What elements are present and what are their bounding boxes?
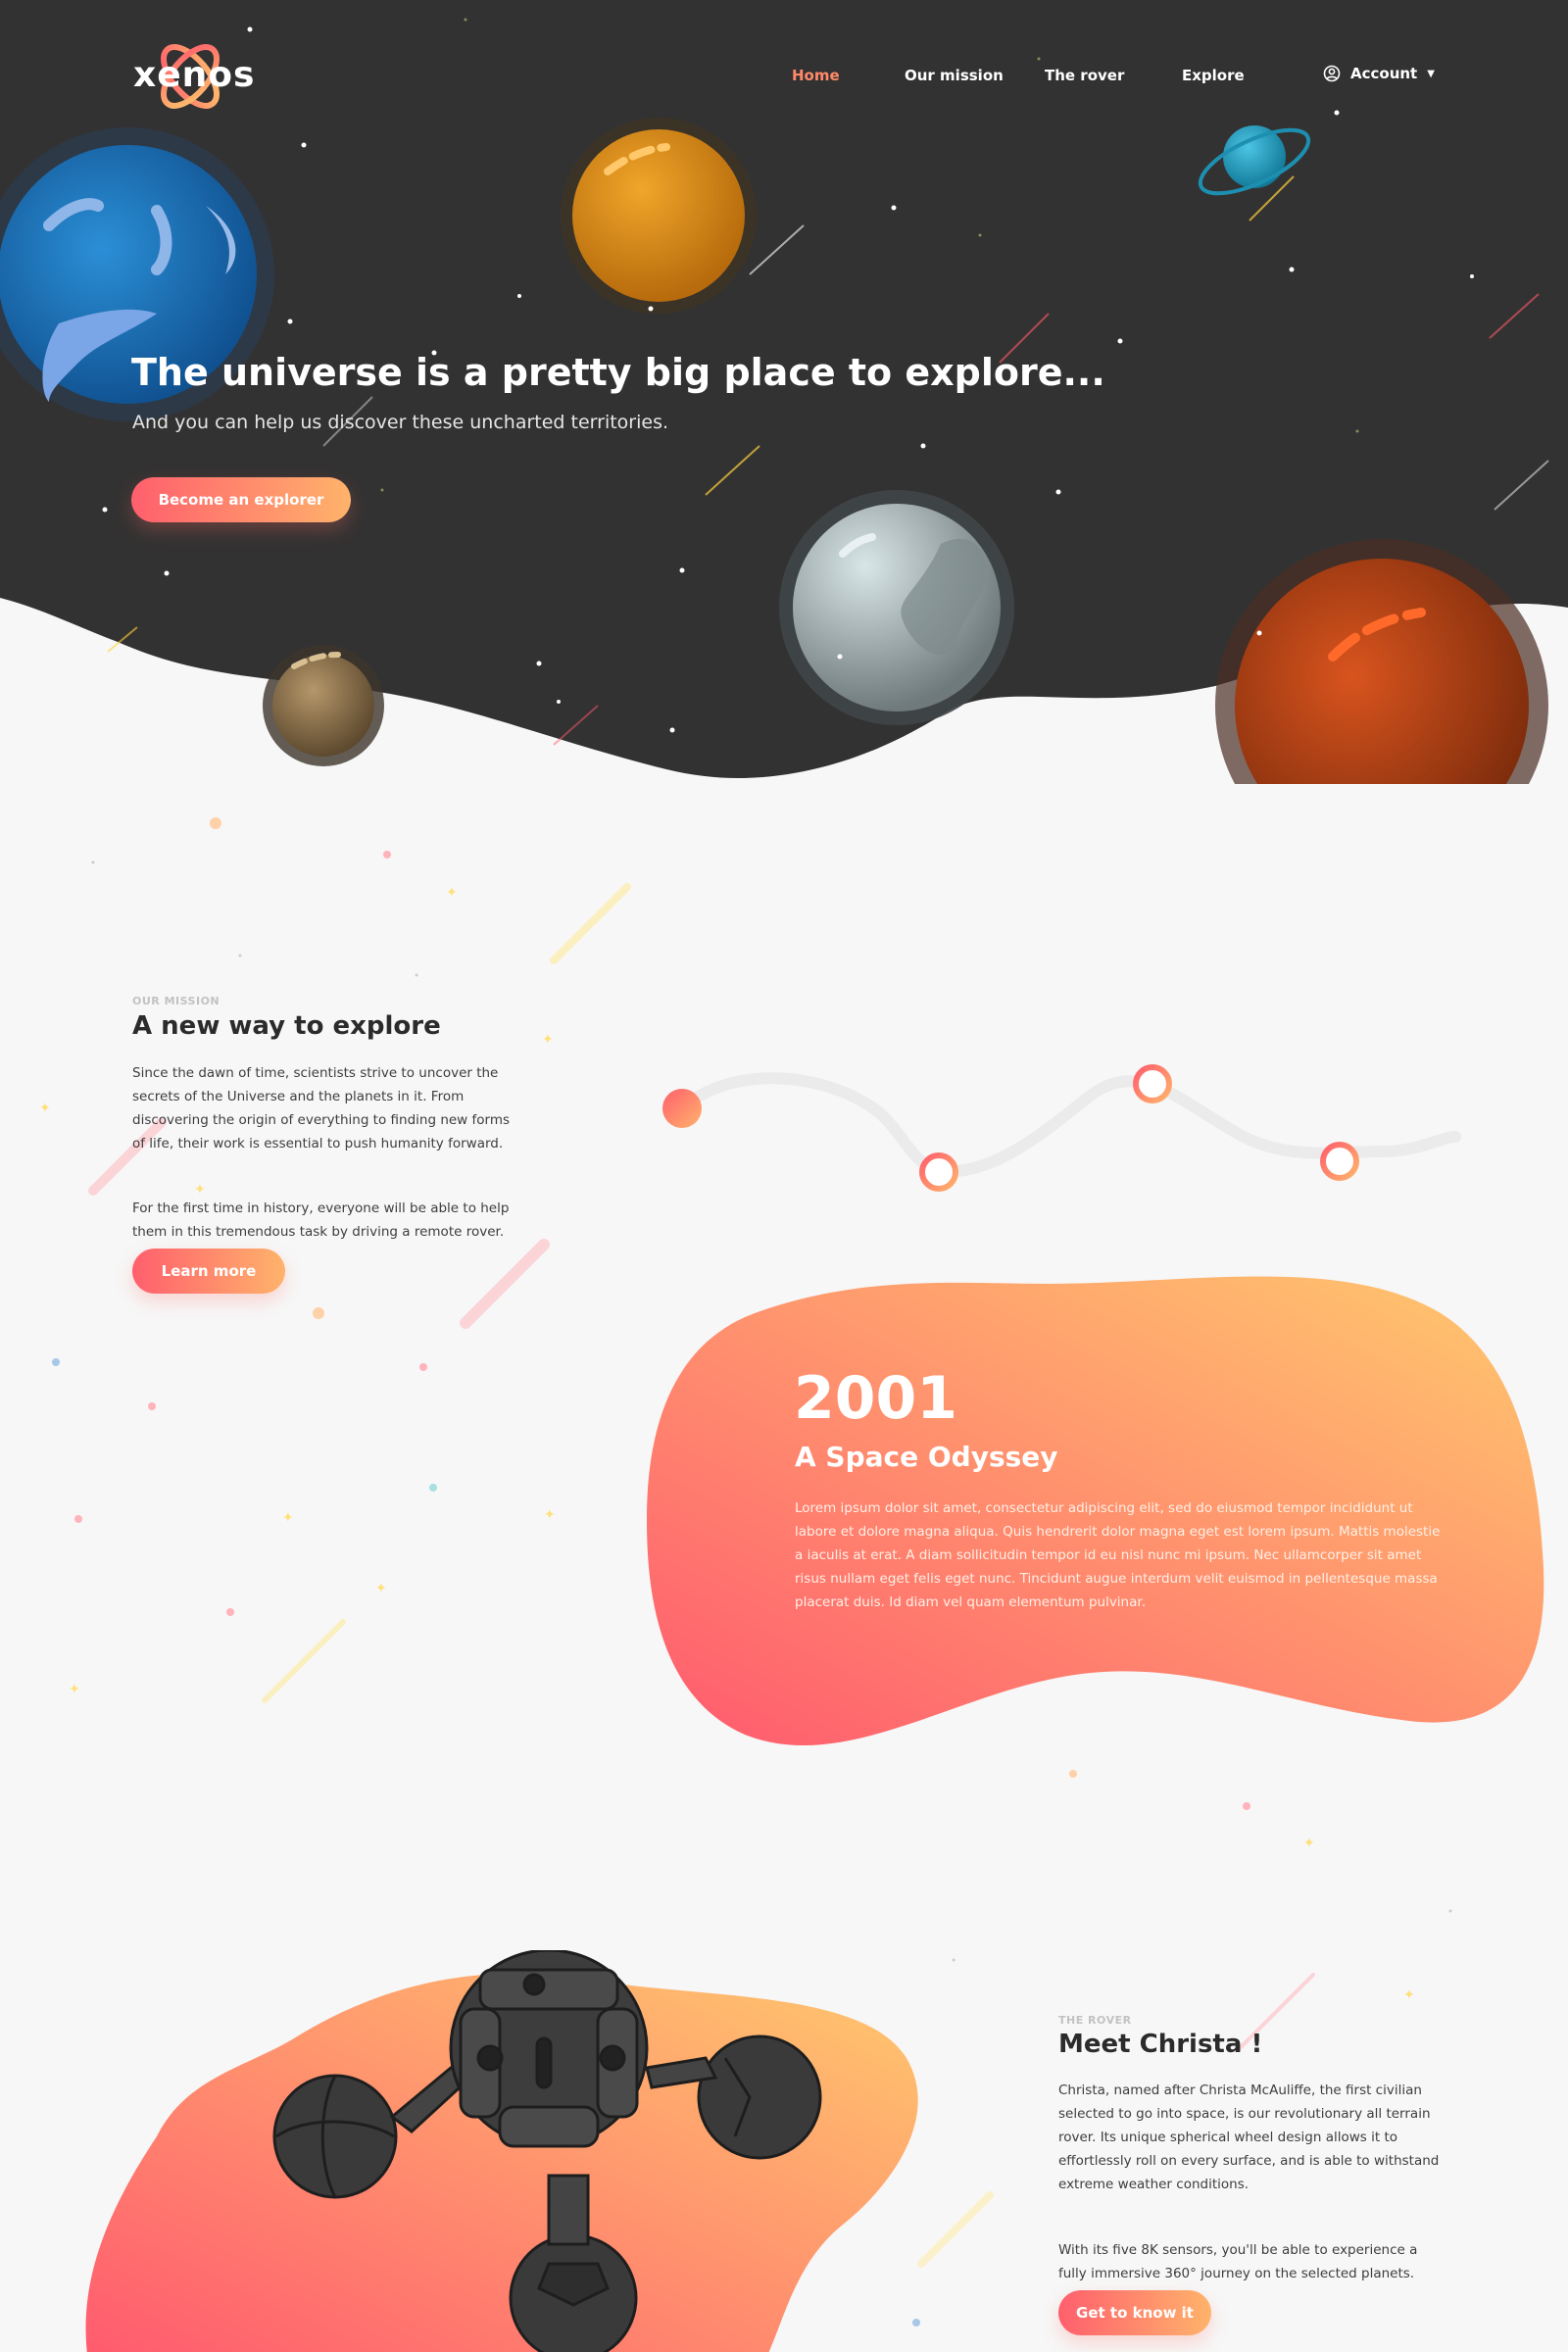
user-circle-icon <box>1323 65 1341 82</box>
account-label: Account <box>1350 65 1418 82</box>
svg-text:✦: ✦ <box>544 1507 556 1523</box>
nav-link-our-mission[interactable]: Our mission <box>905 67 1004 84</box>
hero-title: The universe is a pretty big place to ex… <box>131 351 1105 394</box>
path-point <box>919 1152 958 1192</box>
nav-link-explore[interactable]: Explore <box>1182 67 1245 84</box>
become-explorer-button[interactable]: Become an explorer <box>131 477 351 522</box>
svg-text:✦: ✦ <box>194 1182 206 1198</box>
caret-down-icon: ▼ <box>1427 68 1435 79</box>
svg-text:✦: ✦ <box>1403 1987 1415 2003</box>
odyssey-text: Lorem ipsum dolor sit amet, consectetur … <box>795 1500 1441 1610</box>
top-navigation: xenos Home Our mission The rover Explore… <box>0 0 1568 157</box>
learn-more-button[interactable]: Learn more <box>132 1249 285 1294</box>
svg-text:✦: ✦ <box>375 1581 387 1596</box>
odyssey-title: A Space Odyssey <box>795 1441 1058 1473</box>
mission-paragraph-1: Since the dawn of time, scientists striv… <box>132 1065 511 1152</box>
svg-text:✦: ✦ <box>542 1032 554 1048</box>
mission-journey-path <box>662 1064 1461 1192</box>
account-menu[interactable]: Account ▼ <box>1323 65 1435 82</box>
nav-link-home[interactable]: Home <box>792 67 840 84</box>
path-point <box>1133 1064 1172 1103</box>
rover-eyebrow: THE ROVER <box>1058 2014 1132 2027</box>
svg-text:✦: ✦ <box>1303 1836 1315 1851</box>
path-point-start <box>662 1089 702 1128</box>
svg-text:✦: ✦ <box>39 1101 51 1116</box>
hero-section: xenos Home Our mission The rover Explore… <box>0 0 1568 784</box>
logo-wordmark[interactable]: xenos <box>133 55 255 95</box>
odyssey-year: 2001 <box>794 1364 957 1433</box>
path-point <box>1320 1142 1359 1181</box>
get-to-know-it-button[interactable]: Get to know it <box>1058 2290 1211 2335</box>
hero-subtitle: And you can help us discover these uncha… <box>132 412 669 433</box>
svg-text:✦: ✦ <box>69 1682 80 1697</box>
mission-paragraph-2: For the first time in history, everyone … <box>132 1200 510 1240</box>
mission-title: A new way to explore <box>132 1011 441 1041</box>
rover-paragraph-2: With its five 8K sensors, you'll be able… <box>1058 2242 1418 2281</box>
nav-link-the-rover[interactable]: The rover <box>1045 67 1124 84</box>
mission-eyebrow: OUR MISSION <box>132 995 220 1007</box>
rover-illustration <box>272 1950 822 2352</box>
svg-text:✦: ✦ <box>446 885 458 901</box>
rover-title: Meet Christa ! <box>1058 2030 1263 2059</box>
rover-paragraph-1: Christa, named after Christa McAuliffe, … <box>1058 2082 1440 2192</box>
svg-text:✦: ✦ <box>282 1510 294 1526</box>
